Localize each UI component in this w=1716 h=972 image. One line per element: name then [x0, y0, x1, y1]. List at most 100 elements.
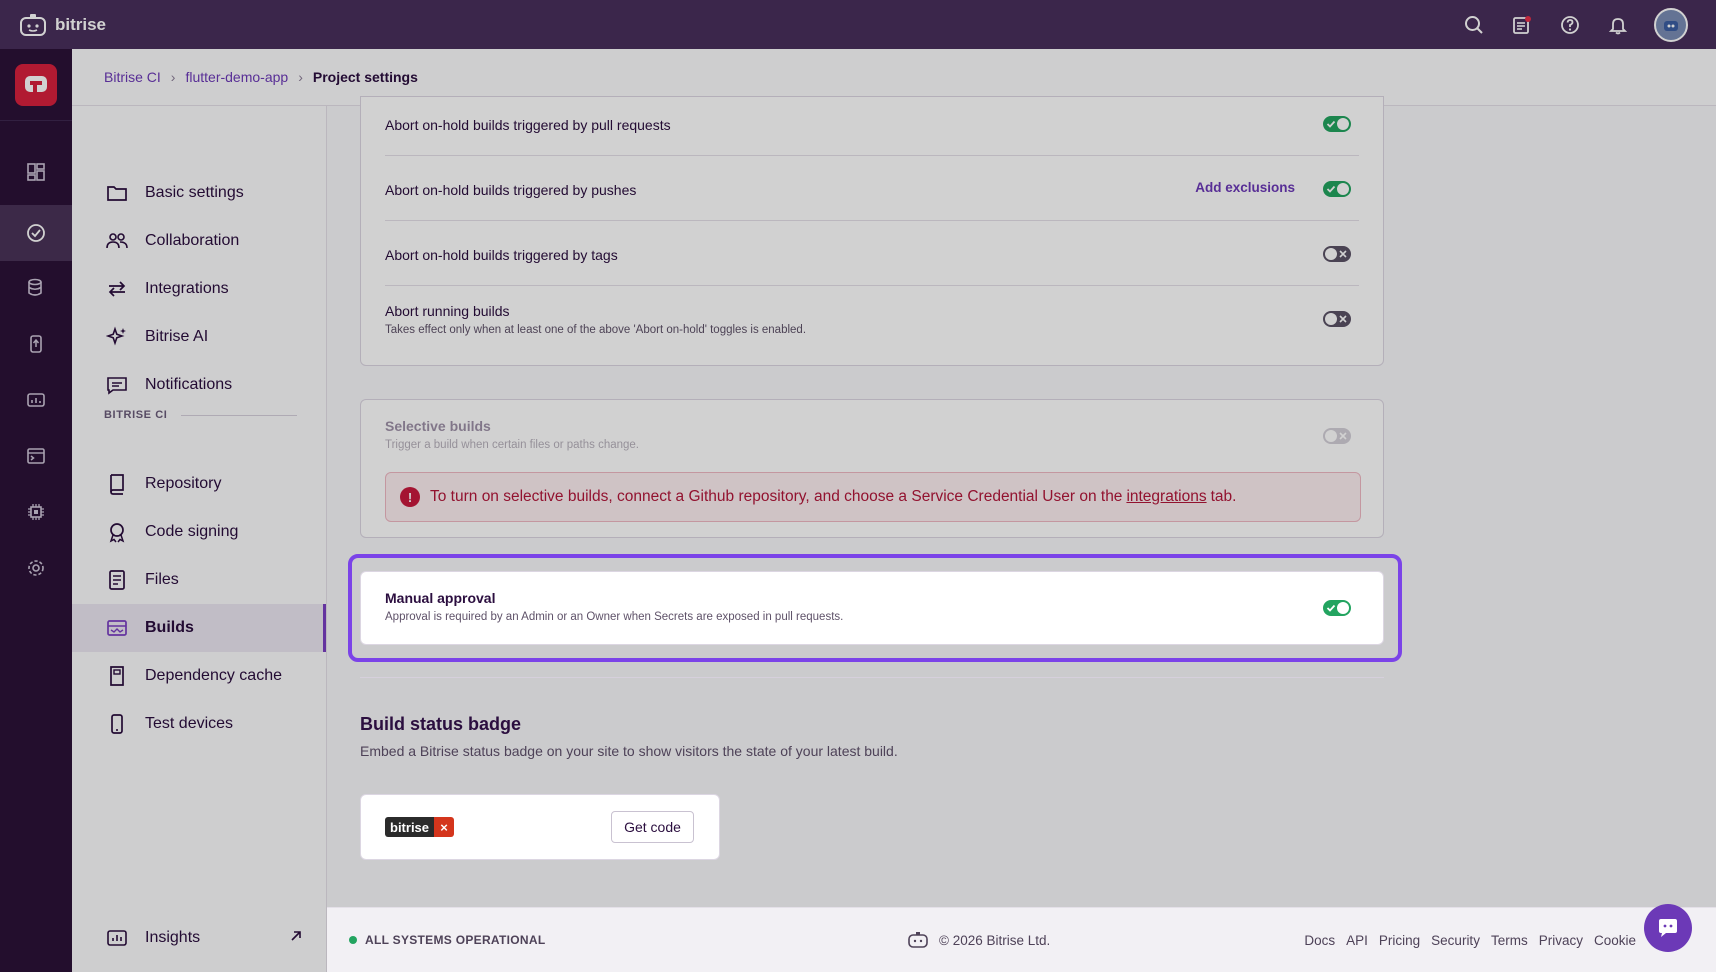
sidebar-section-bitrise-ci: BITRISE CI	[104, 409, 298, 421]
project-logo-icon	[25, 76, 47, 92]
rail-divider	[0, 120, 72, 121]
rail-ci[interactable]	[0, 205, 72, 261]
chevron-right-icon: ›	[298, 69, 303, 85]
sidebar-item-collaboration[interactable]: Collaboration	[72, 217, 326, 265]
row-divider	[385, 155, 1359, 156]
setting-title: Selective builds	[385, 418, 491, 434]
sidebar-item-notifications[interactable]: Notifications	[72, 361, 326, 409]
alert-text-end: tab.	[1210, 488, 1237, 505]
footer-link-pricing[interactable]: Pricing	[1379, 933, 1420, 948]
sidebar-item-dependency-cache[interactable]: Dependency cache	[72, 652, 326, 700]
footer-link-cookie[interactable]: Cookie	[1594, 933, 1636, 948]
setting-title: Abort on-hold builds triggered by pull r…	[385, 117, 671, 133]
section-divider	[360, 677, 1384, 678]
rail-insights[interactable]	[0, 372, 72, 428]
status-dot	[349, 936, 357, 944]
sidebar-item-basic-settings[interactable]: Basic settings	[72, 169, 326, 217]
app-rail	[0, 49, 72, 972]
toggle-knob	[1325, 313, 1337, 325]
setting-title: Abort on-hold builds triggered by pushes	[385, 182, 637, 198]
selective-builds-alert: ! To turn on selective builds, connect a…	[385, 472, 1361, 522]
sparkle-icon	[105, 325, 129, 349]
check-icon	[1325, 183, 1337, 195]
sidebar-item-test-devices[interactable]: Test devices	[72, 700, 326, 748]
setting-subtitle: Trigger a build when certain files or pa…	[385, 439, 639, 451]
status-text: ALL SYSTEMS OPERATIONAL	[365, 933, 546, 947]
help-button[interactable]	[1546, 0, 1594, 49]
badge-fail-mark: ×	[434, 817, 455, 837]
breadcrumb-current: Project settings	[312, 69, 418, 85]
rail-cache[interactable]	[0, 260, 72, 316]
sidebar-item-label: Basic settings	[145, 184, 244, 201]
chat-icon	[105, 373, 129, 397]
sidebar-item-integrations[interactable]: Integrations	[72, 265, 326, 313]
status-badge-preview: bitrise ×	[385, 817, 455, 837]
toggle-abort-pr[interactable]	[1323, 116, 1351, 132]
rail-dashboard[interactable]	[0, 144, 72, 200]
brand-logo[interactable]: bitrise	[19, 13, 106, 37]
footer-link-security[interactable]: Security	[1431, 933, 1480, 948]
breadcrumb-workspace[interactable]: Bitrise CI	[104, 69, 161, 85]
gear-icon	[28, 560, 44, 576]
toggle-abort-push[interactable]	[1323, 181, 1351, 197]
user-avatar[interactable]	[1654, 7, 1688, 42]
toggle-knob	[1325, 248, 1337, 260]
sidebar-item-builds[interactable]: Builds	[72, 604, 326, 652]
row-divider	[385, 220, 1359, 221]
badge-section-title: Build status badge	[360, 714, 522, 734]
rail-logs[interactable]	[0, 428, 72, 484]
notifications-button[interactable]	[1594, 0, 1642, 49]
section-label-text: BITRISE CI	[104, 409, 168, 421]
chat-support-button[interactable]	[1644, 904, 1692, 952]
footer-link-docs[interactable]: Docs	[1304, 933, 1335, 948]
footer-link-privacy[interactable]: Privacy	[1539, 933, 1583, 948]
check-icon	[1325, 118, 1337, 130]
breadcrumb-project[interactable]: flutter-demo-app	[185, 69, 288, 85]
sidebar-item-label: Collaboration	[145, 232, 240, 249]
sidebar-item-bitrise-ai[interactable]: Bitrise AI	[72, 313, 326, 361]
toggle-abort-tags[interactable]	[1323, 246, 1351, 262]
sidebar-item-files[interactable]: Files	[72, 556, 326, 604]
badge-label: bitrise	[385, 817, 435, 837]
setting-row-abort-tags: Abort on-hold builds triggered by tags	[385, 245, 1359, 265]
sidebar-item-label: Integrations	[145, 280, 229, 297]
search-icon	[1465, 15, 1483, 34]
search-button[interactable]	[1450, 0, 1498, 49]
selective-builds-card: Selective builds Trigger a build when ce…	[360, 399, 1384, 538]
add-exclusions-link[interactable]: Add exclusions	[1195, 180, 1295, 195]
people-icon	[105, 229, 129, 253]
rail-machines[interactable]	[0, 484, 72, 540]
bitrise-logo-icon	[908, 932, 928, 948]
system-status[interactable]: ALL SYSTEMS OPERATIONAL	[349, 933, 545, 947]
setting-row-selective-builds: Selective builds Trigger a build when ce…	[385, 418, 1359, 451]
x-icon	[1337, 313, 1349, 325]
rail-settings[interactable]	[0, 540, 72, 596]
terminal-icon	[27, 448, 45, 464]
database-icon	[28, 278, 42, 296]
sidebar-item-insights[interactable]: Insights	[72, 914, 326, 962]
help-icon	[1561, 15, 1579, 34]
toggle-abort-running[interactable]	[1323, 311, 1351, 327]
footer-link-api[interactable]: API	[1346, 933, 1368, 948]
project-avatar[interactable]	[15, 64, 57, 106]
chip-icon	[28, 504, 44, 520]
x-icon	[1337, 248, 1349, 260]
sidebar-item-code-signing[interactable]: Code signing	[72, 508, 326, 556]
sidebar-item-label: Notifications	[145, 376, 233, 393]
integrations-link[interactable]: integrations	[1126, 488, 1206, 506]
changelog-button[interactable]	[1498, 0, 1546, 49]
get-code-button[interactable]: Get code	[611, 811, 694, 843]
insights-icon	[27, 393, 45, 407]
sidebar-item-label: Repository	[145, 475, 222, 492]
x-icon	[1337, 430, 1349, 442]
rail-release[interactable]	[0, 316, 72, 372]
section-divider	[181, 414, 298, 416]
sidebar-item-repository[interactable]: Repository	[72, 460, 326, 508]
setting-row-abort-running: Abort running builds Takes effect only w…	[385, 303, 1359, 336]
setting-subtitle: Takes effect only when at least one of t…	[385, 324, 807, 336]
setting-title: Abort running builds	[385, 303, 510, 319]
footer-link-terms[interactable]: Terms	[1491, 933, 1528, 948]
dashboard-icon	[27, 163, 45, 181]
brand-name: bitrise	[55, 14, 107, 34]
chat-bubble-icon	[1659, 919, 1677, 937]
